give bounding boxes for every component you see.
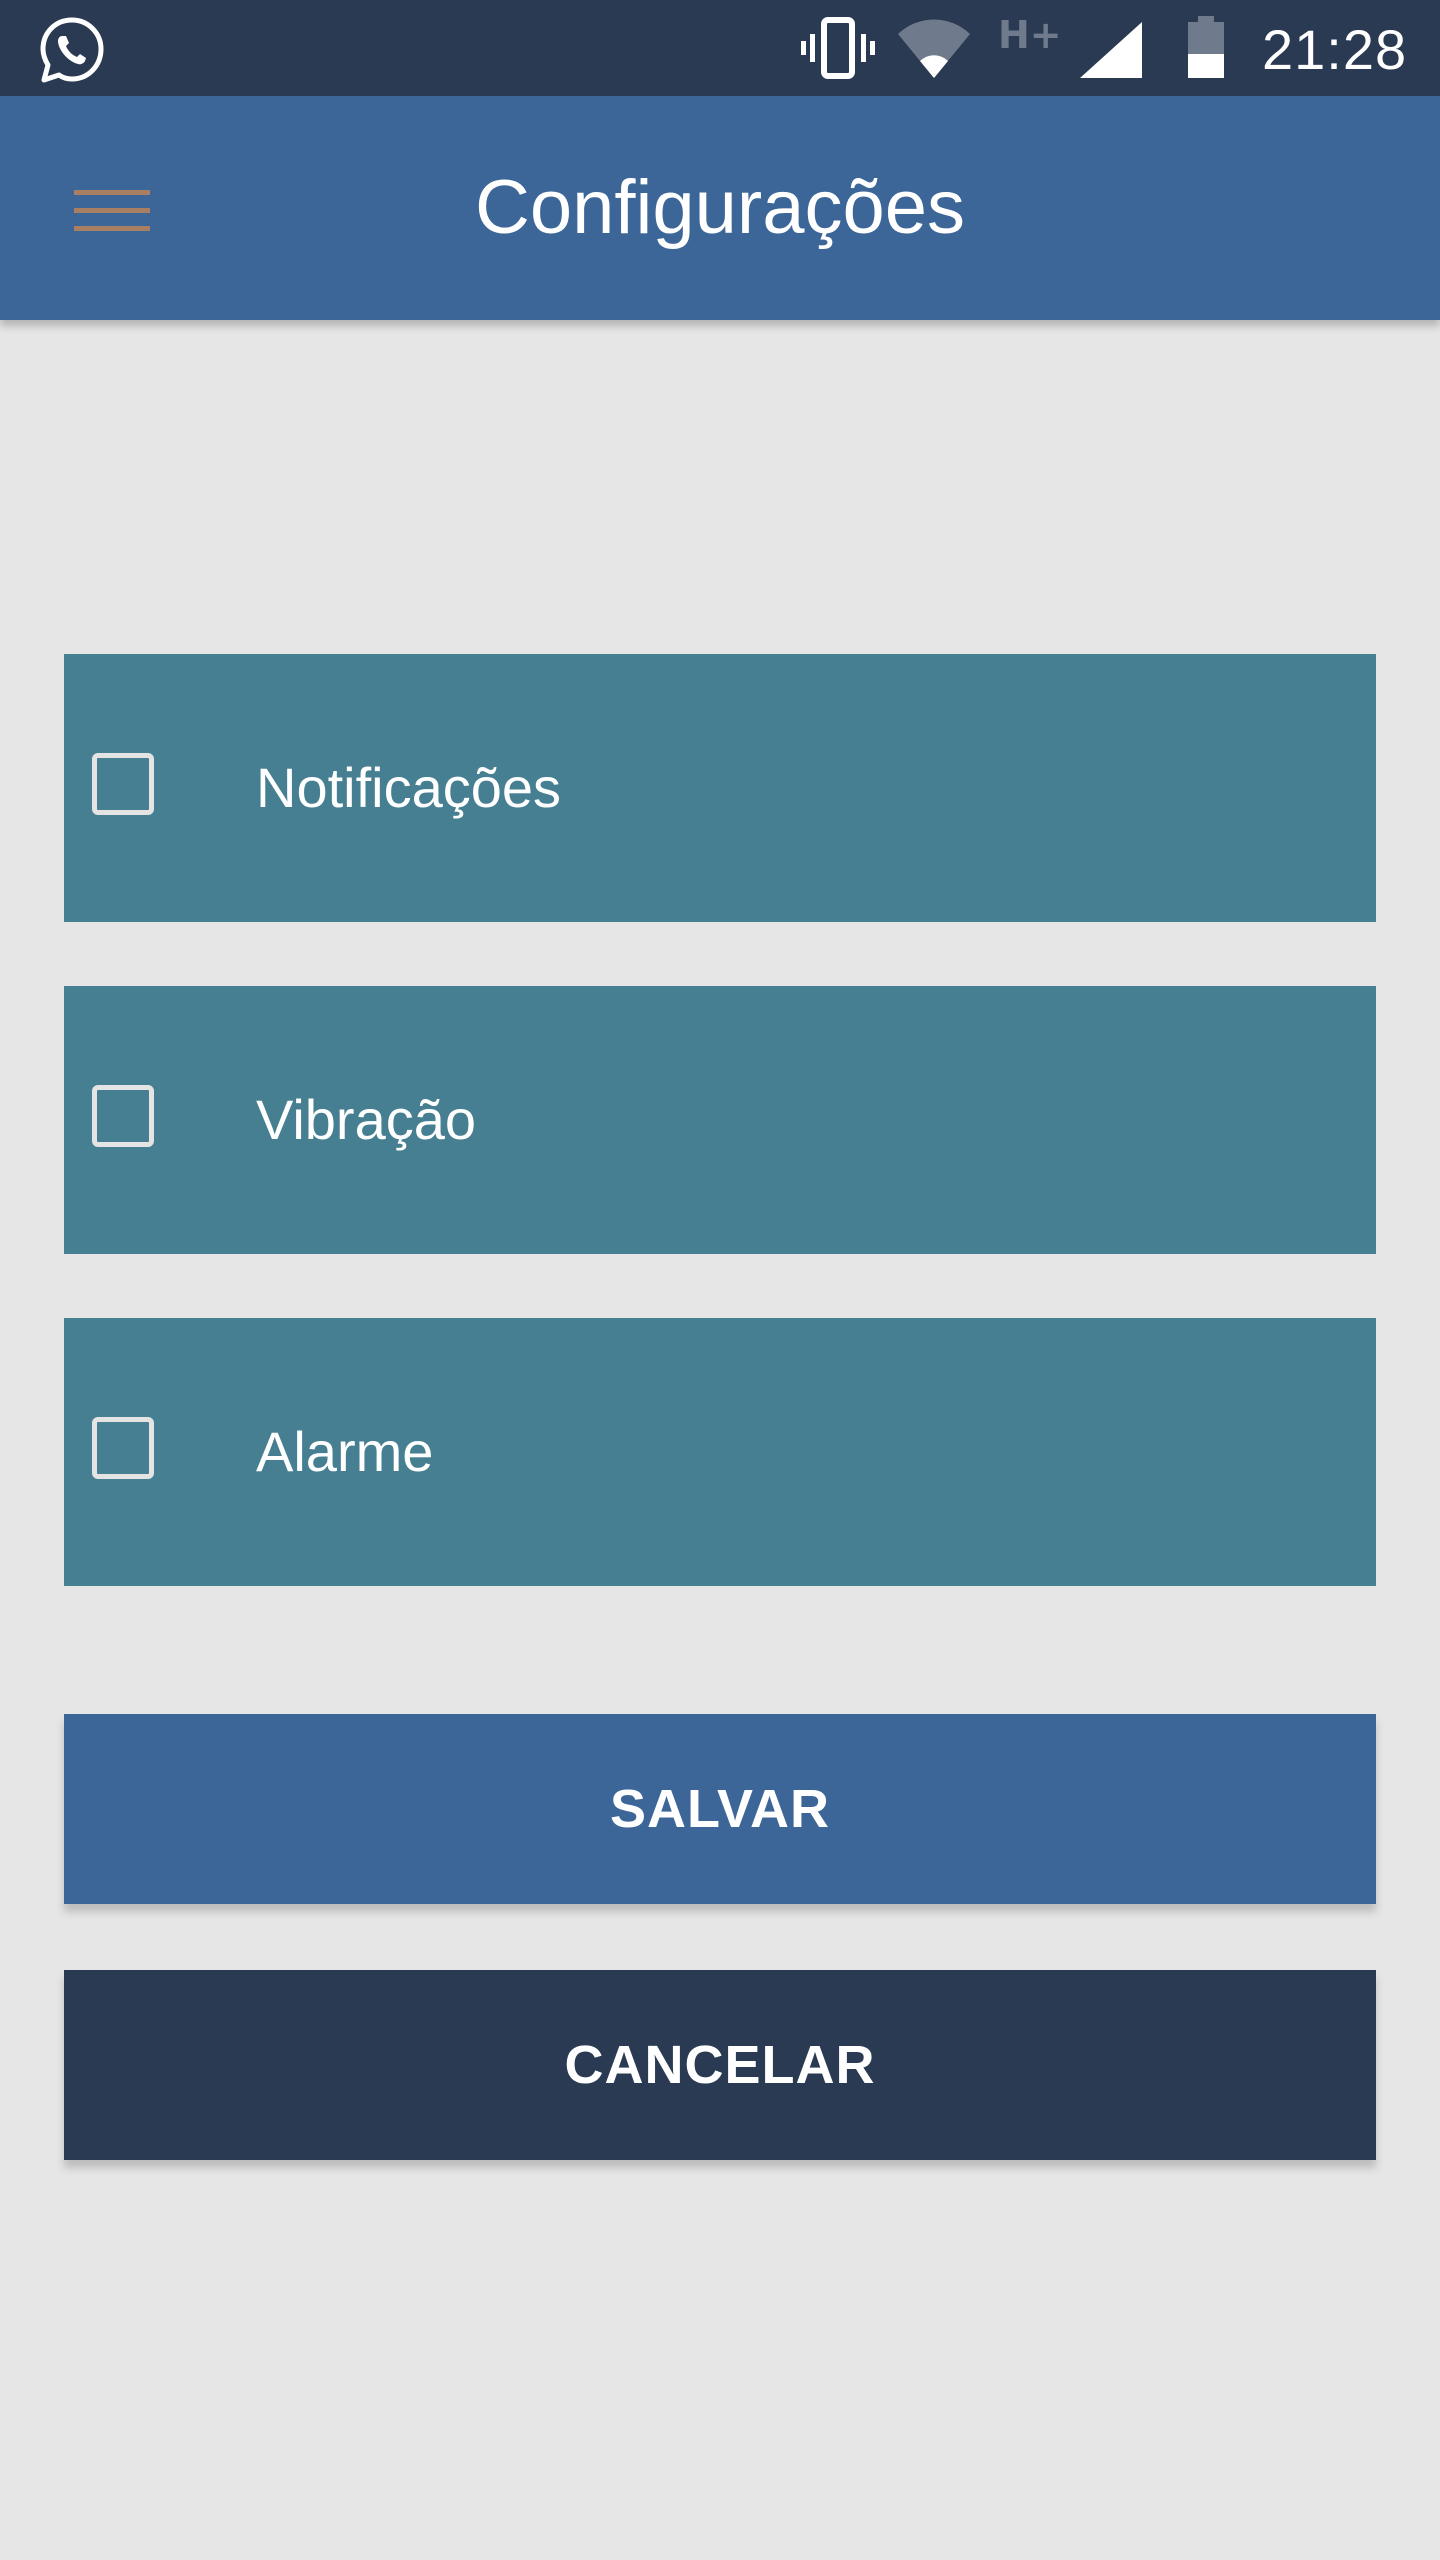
app-bar: Configurações	[0, 96, 1440, 320]
signal-icon	[1080, 22, 1142, 78]
cancel-button[interactable]: CANCELAR	[64, 1970, 1376, 2160]
option-alarme[interactable]: Alarme	[64, 1318, 1376, 1586]
network-type-icon: H+	[998, 13, 1062, 57]
save-button[interactable]: SALVAR	[64, 1714, 1376, 1904]
option-label: Alarme	[256, 1420, 434, 1483]
notificacoes-checkbox[interactable]	[92, 753, 154, 815]
option-label: Notificações	[256, 756, 562, 819]
hamburger-menu-icon[interactable]	[60, 170, 164, 250]
option-label: Vibração	[256, 1088, 477, 1151]
option-notificacoes[interactable]: Notificações	[64, 654, 1376, 922]
vibrate-icon	[801, 17, 875, 79]
status-bar: H+ 21:28	[0, 0, 1440, 96]
whatsapp-icon	[40, 17, 104, 83]
option-vibracao[interactable]: Vibração	[64, 986, 1376, 1254]
wifi-icon	[898, 19, 970, 78]
battery-icon	[1188, 16, 1224, 78]
vibracao-checkbox[interactable]	[92, 1085, 154, 1147]
alarme-checkbox[interactable]	[92, 1417, 154, 1479]
clock: 21:28	[1262, 18, 1408, 81]
page-title: Configurações	[474, 165, 966, 250]
